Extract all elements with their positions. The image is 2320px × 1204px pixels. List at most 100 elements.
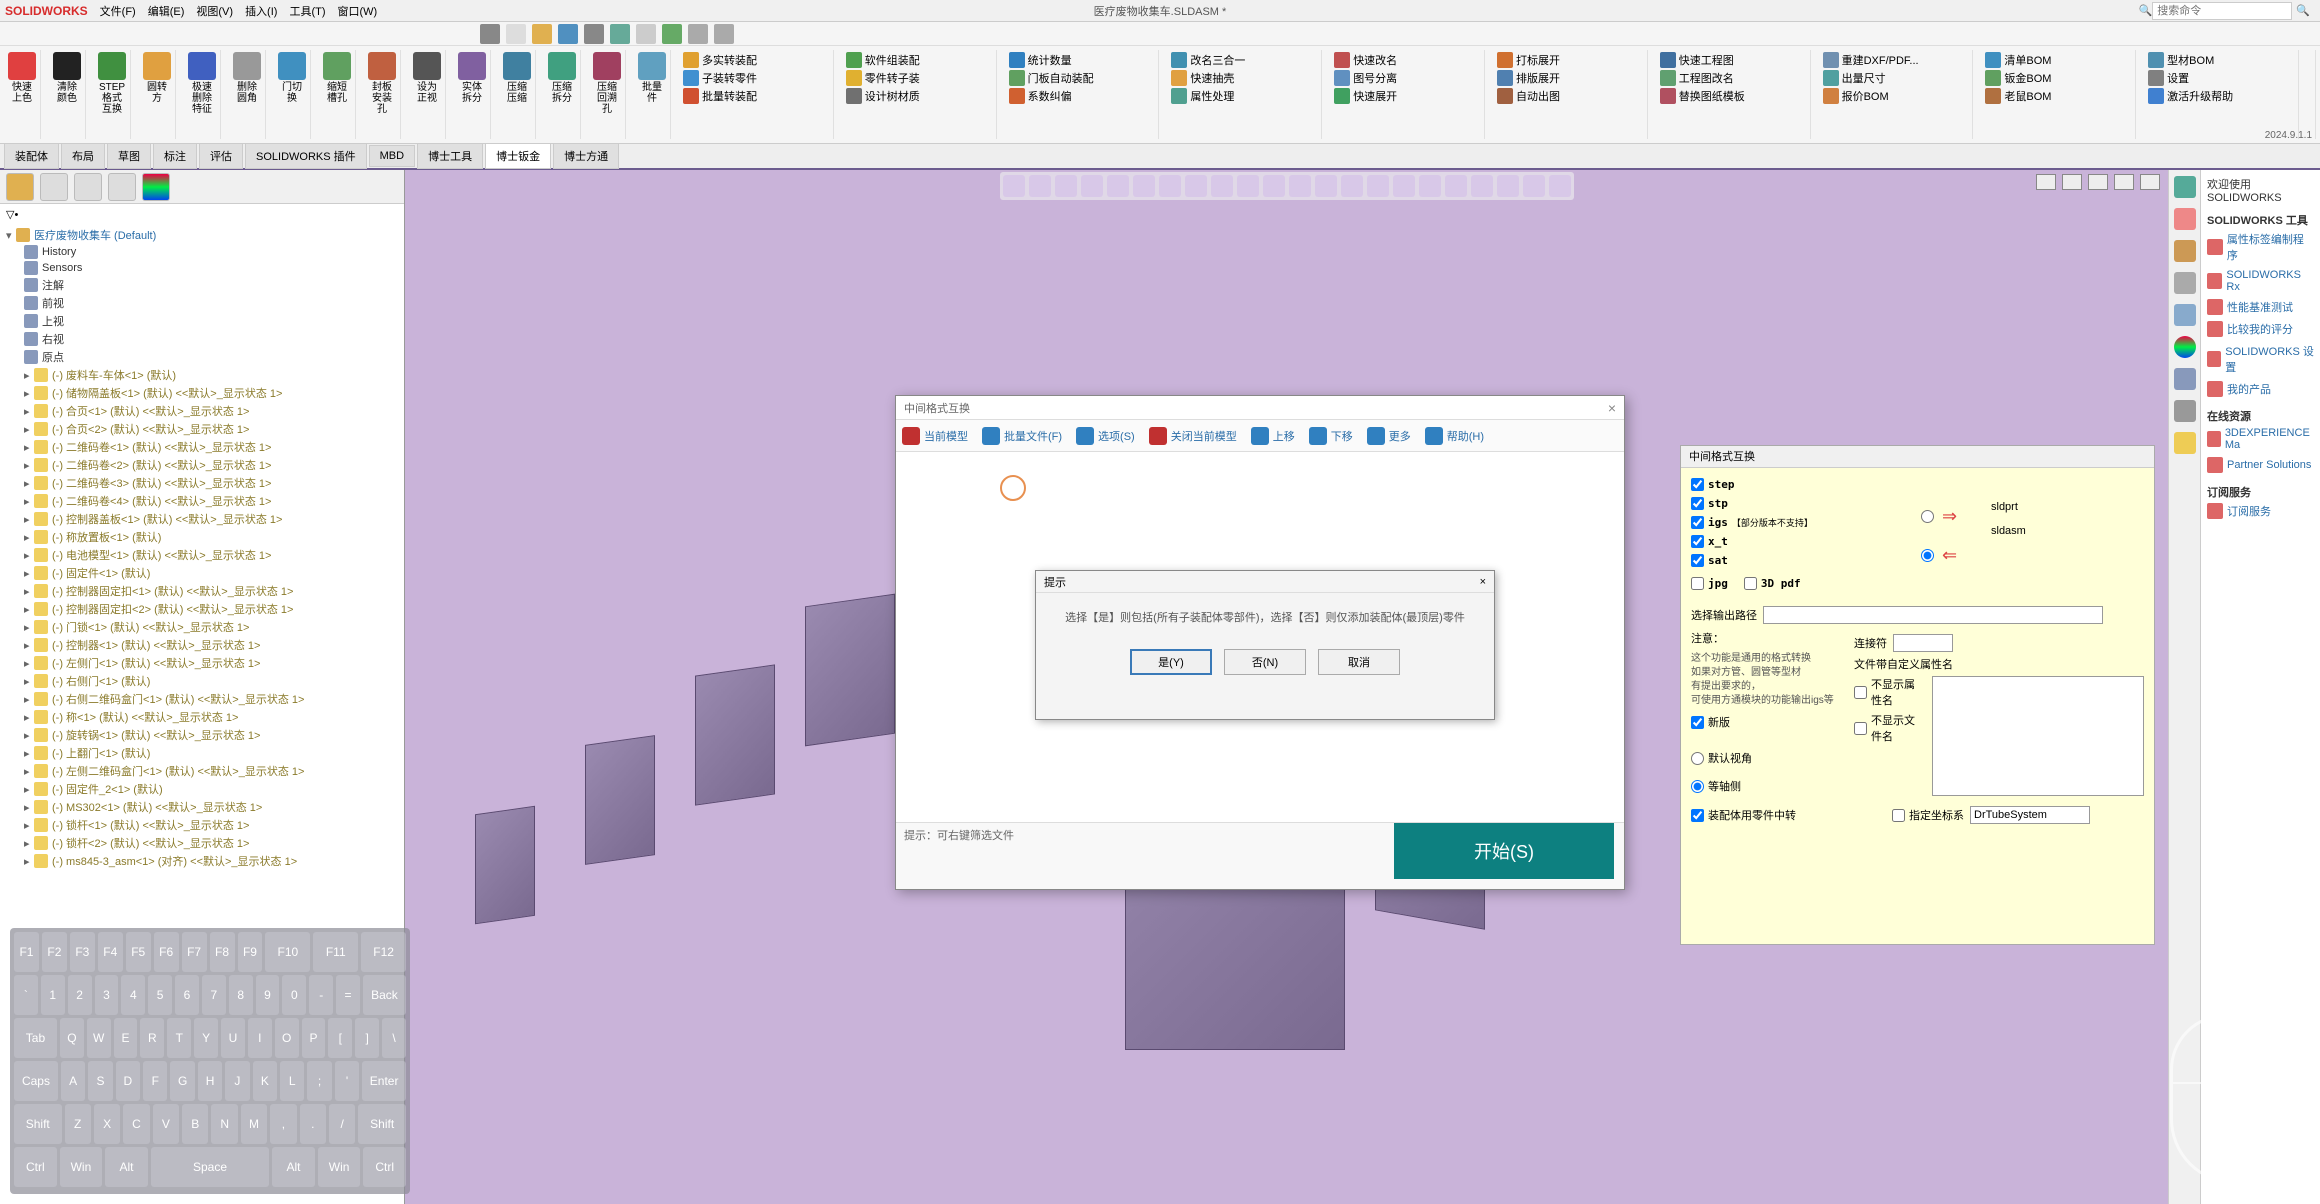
- ribbon-small-button[interactable]: 自动出图: [1497, 88, 1617, 104]
- view-tool-icon[interactable]: [1081, 175, 1103, 197]
- command-tab[interactable]: 博士钣金: [485, 143, 551, 169]
- tree-component[interactable]: ▸(-) 二维码卷<3> (默认) <<默认>_显示状态 1>: [4, 474, 400, 492]
- tree-component[interactable]: ▸(-) 称放置板<1> (默认): [4, 528, 400, 546]
- fm-tab-config-icon[interactable]: [74, 173, 102, 201]
- view-tool-icon[interactable]: [1159, 175, 1181, 197]
- panel-link[interactable]: 我的产品: [2207, 378, 2314, 400]
- to-sldprt-radio[interactable]: [1921, 510, 1934, 523]
- tree-component[interactable]: ▸(-) 门锁<1> (默认) <<默认>_显示状态 1>: [4, 618, 400, 636]
- iso-view-radio[interactable]: [1691, 780, 1704, 793]
- panel-link[interactable]: 比较我的评分: [2207, 318, 2314, 340]
- view-tool-icon[interactable]: [1263, 175, 1285, 197]
- ribbon-button[interactable]: 清除颜色: [49, 50, 86, 139]
- menu-item[interactable]: 窗口(W): [334, 1, 382, 21]
- ribbon-small-button[interactable]: 工程图改名: [1660, 70, 1780, 86]
- panel-link[interactable]: 3DEXPERIENCE Ma: [2207, 424, 2314, 454]
- ribbon-button[interactable]: 圆转方: [139, 50, 176, 139]
- ribbon-small-button[interactable]: 快速工程图: [1660, 52, 1780, 68]
- ribbon-small-button[interactable]: 统计数量: [1009, 52, 1129, 68]
- yes-button[interactable]: 是(Y): [1130, 649, 1212, 675]
- tree-component[interactable]: ▸(-) 储物隔盖板<1> (默认) <<默认>_显示状态 1>: [4, 384, 400, 402]
- format-checkbox-jpg[interactable]: jpg: [1691, 577, 1728, 590]
- to-sldasm-radio[interactable]: [1921, 549, 1934, 562]
- appearances-icon[interactable]: [2174, 336, 2196, 358]
- tree-component[interactable]: ▸(-) 右侧门<1> (默认): [4, 672, 400, 690]
- view-tool-icon[interactable]: [1315, 175, 1337, 197]
- close-icon[interactable]: ×: [1480, 576, 1486, 588]
- ribbon-small-button[interactable]: 报价BOM: [1823, 88, 1943, 104]
- maximize-icon[interactable]: [2114, 174, 2134, 190]
- tree-component[interactable]: ▸(-) 合页<1> (默认) <<默认>_显示状态 1>: [4, 402, 400, 420]
- restore-icon[interactable]: [2062, 174, 2082, 190]
- view-tool-icon[interactable]: [1393, 175, 1415, 197]
- custom-props-icon[interactable]: [2174, 368, 2196, 390]
- menu-item[interactable]: 插入(I): [241, 1, 281, 21]
- format-checkbox-step[interactable]: step: [1691, 478, 2144, 491]
- undo-icon[interactable]: [610, 24, 630, 44]
- star-icon[interactable]: [2174, 432, 2196, 454]
- prompt-title-bar[interactable]: 提示 ×: [1036, 571, 1494, 593]
- gear-icon[interactable]: [714, 24, 734, 44]
- tree-node[interactable]: 上视: [4, 312, 400, 330]
- tree-component[interactable]: ▸(-) 二维码卷<4> (默认) <<默认>_显示状态 1>: [4, 492, 400, 510]
- command-tab[interactable]: 布局: [61, 143, 105, 169]
- ribbon-button[interactable]: 批量件: [634, 50, 671, 139]
- command-tab[interactable]: 装配体: [4, 143, 59, 169]
- fm-filter[interactable]: ▽•: [0, 204, 404, 224]
- ribbon-button[interactable]: 快速上色: [4, 50, 41, 139]
- print-icon[interactable]: [584, 24, 604, 44]
- ribbon-button[interactable]: 压缩拆分: [544, 50, 581, 139]
- rebuild-icon[interactable]: [662, 24, 682, 44]
- view-tool-icon[interactable]: [1237, 175, 1259, 197]
- close-icon[interactable]: ×: [1608, 400, 1616, 416]
- dialog-toolbar-item[interactable]: 批量文件(F): [982, 427, 1062, 445]
- fm-tab-property-icon[interactable]: [40, 173, 68, 201]
- new-icon[interactable]: [506, 24, 526, 44]
- tree-root[interactable]: ▾医疗废物收集车 (Default): [4, 226, 400, 244]
- tree-node[interactable]: 注解: [4, 276, 400, 294]
- tree-component[interactable]: ▸(-) 锁杆<1> (默认) <<默认>_显示状态 1>: [4, 816, 400, 834]
- hide-file-checkbox[interactable]: [1854, 722, 1867, 735]
- default-view-radio[interactable]: [1691, 752, 1704, 765]
- resources-tab-icon[interactable]: [2174, 208, 2196, 230]
- ribbon-small-button[interactable]: 替换图纸模板: [1660, 88, 1780, 104]
- dialog-title-bar[interactable]: 中间格式互换 ×: [896, 396, 1624, 420]
- view-tool-icon[interactable]: [1055, 175, 1077, 197]
- tree-component[interactable]: ▸(-) 二维码卷<1> (默认) <<默认>_显示状态 1>: [4, 438, 400, 456]
- panel-link[interactable]: 性能基准测试: [2207, 296, 2314, 318]
- command-search[interactable]: 🔍 🔍: [2139, 2, 2310, 20]
- ribbon-small-button[interactable]: 打标展开: [1497, 52, 1617, 68]
- dialog-toolbar-item[interactable]: 当前模型: [902, 427, 968, 445]
- view-tool-icon[interactable]: [1341, 175, 1363, 197]
- forum-icon[interactable]: [2174, 400, 2196, 422]
- connector-input[interactable]: [1893, 634, 1953, 652]
- ribbon-button[interactable]: 极速删除特征: [184, 50, 221, 139]
- ribbon-small-button[interactable]: 系数纠偏: [1009, 88, 1129, 104]
- home-tab-icon[interactable]: [2174, 176, 2196, 198]
- ribbon-small-button[interactable]: 设置: [2148, 70, 2268, 86]
- tree-node[interactable]: Sensors: [4, 260, 400, 276]
- ribbon-small-button[interactable]: 多实转装配: [683, 52, 803, 68]
- view-tool-icon[interactable]: [1133, 175, 1155, 197]
- view-tool-icon[interactable]: [1211, 175, 1233, 197]
- tree-component[interactable]: ▸(-) 二维码卷<2> (默认) <<默认>_显示状态 1>: [4, 456, 400, 474]
- home-icon[interactable]: [480, 24, 500, 44]
- panel-link[interactable]: SOLIDWORKS 设置: [2207, 340, 2314, 378]
- ribbon-button[interactable]: 删除圆角: [229, 50, 266, 139]
- dialog-toolbar-item[interactable]: 更多: [1367, 427, 1411, 445]
- ribbon-small-button[interactable]: 清单BOM: [1985, 52, 2105, 68]
- view-palette-icon[interactable]: [2174, 304, 2196, 326]
- command-tab[interactable]: 博士方通: [553, 143, 619, 169]
- tree-component[interactable]: ▸(-) 右侧二维码盒门<1> (默认) <<默认>_显示状态 1>: [4, 690, 400, 708]
- select-icon[interactable]: [636, 24, 656, 44]
- tree-component[interactable]: ▸(-) MS302<1> (默认) <<默认>_显示状态 1>: [4, 798, 400, 816]
- ribbon-small-button[interactable]: 改名三合一: [1171, 52, 1291, 68]
- ribbon-small-button[interactable]: 出量尺寸: [1823, 70, 1943, 86]
- open-icon[interactable]: [532, 24, 552, 44]
- menu-item[interactable]: 视图(V): [192, 1, 237, 21]
- ribbon-small-button[interactable]: 图号分离: [1334, 70, 1454, 86]
- menu-item[interactable]: 编辑(E): [144, 1, 189, 21]
- ribbon-small-button[interactable]: 激活升级帮助: [2148, 88, 2268, 104]
- ribbon-small-button[interactable]: 钣金BOM: [1985, 70, 2105, 86]
- ribbon-small-button[interactable]: 子装转零件: [683, 70, 803, 86]
